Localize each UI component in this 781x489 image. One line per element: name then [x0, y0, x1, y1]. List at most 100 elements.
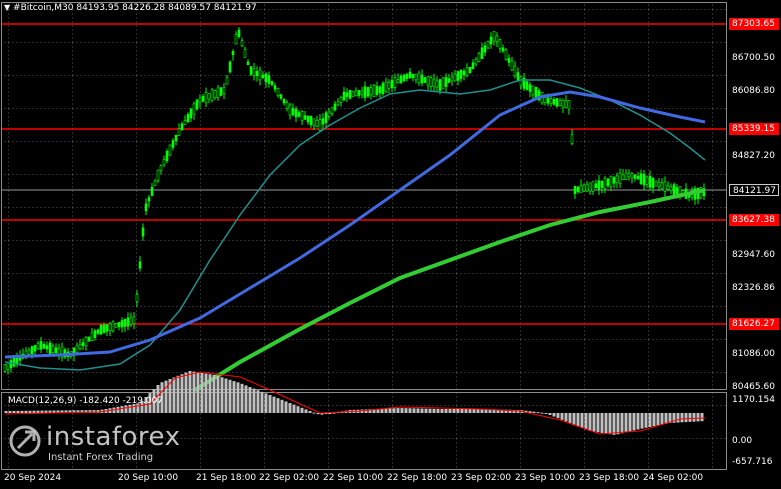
- macd-bar: [660, 413, 664, 425]
- level-tag: 83627.38: [729, 214, 779, 226]
- candle-body: [570, 134, 574, 144]
- candle-body: [318, 119, 322, 131]
- macd-bar: [280, 399, 284, 413]
- candle-body: [504, 49, 508, 61]
- macd-bar: [252, 388, 256, 413]
- candle-body: [162, 158, 166, 166]
- candle-body: [480, 47, 484, 59]
- candle-body: [597, 180, 601, 190]
- candle-body: [234, 34, 238, 45]
- macd-bar: [580, 413, 584, 428]
- candle-body: [564, 100, 568, 108]
- macd-bar: [32, 410, 36, 413]
- candle-body: [465, 67, 469, 76]
- macd-bar: [164, 380, 168, 413]
- candle-body: [153, 180, 157, 186]
- candle-body: [552, 99, 556, 105]
- price-axis-label: 82326.86: [732, 283, 775, 293]
- triangle-down-icon[interactable]: ▼: [4, 3, 10, 12]
- macd-bar: [428, 408, 432, 413]
- candle-body: [366, 87, 370, 97]
- candle-body: [231, 51, 235, 56]
- macd-bar: [556, 413, 560, 419]
- candle-body: [414, 73, 418, 81]
- price-axis-label: 81086.00: [732, 349, 775, 359]
- candle-body: [669, 186, 673, 192]
- candle-body: [12, 357, 16, 367]
- candle-body: [129, 317, 133, 325]
- candle-body: [510, 60, 514, 71]
- macd-bar: [640, 413, 644, 429]
- candle-body: [108, 323, 112, 331]
- candle-body: [213, 89, 217, 99]
- macd-bar: [636, 413, 640, 430]
- macd-bar: [656, 413, 660, 426]
- macd-bar: [700, 413, 704, 422]
- candle-body: [138, 261, 142, 269]
- macd-bar: [116, 406, 120, 413]
- candle-body: [528, 84, 532, 92]
- candle-body: [96, 329, 100, 334]
- macd-bar: [308, 411, 312, 413]
- candle-body: [561, 99, 565, 108]
- macd-bar: [460, 409, 464, 413]
- candle-body: [459, 70, 463, 79]
- candle-body: [582, 184, 586, 192]
- macd-bar: [420, 408, 424, 413]
- macd-bar: [240, 383, 244, 413]
- macd-bar: [304, 409, 308, 413]
- candle-body: [429, 77, 433, 87]
- candle-body: [390, 79, 394, 89]
- candle-body: [252, 68, 256, 76]
- macd-bar: [576, 413, 580, 427]
- candle-body: [402, 74, 406, 82]
- candle-body: [645, 176, 649, 185]
- candle-body: [381, 82, 385, 95]
- candle-body: [411, 73, 415, 79]
- candle-body: [288, 104, 292, 116]
- candle-body: [282, 98, 286, 104]
- macd-bar: [532, 411, 536, 413]
- macd-bar: [464, 409, 468, 413]
- symbol-header[interactable]: ▼ #Bitcoin,M30 84193.95 84226.28 84089.5…: [4, 3, 257, 13]
- macd-bar: [680, 413, 684, 423]
- time-axis-label: 21 Sep 18:00: [196, 473, 257, 483]
- candle-body: [468, 67, 472, 73]
- candle-body: [195, 99, 199, 110]
- candle-body: [306, 115, 310, 123]
- candle-body: [357, 90, 361, 96]
- macd-bar: [256, 390, 260, 413]
- candle-body: [609, 176, 613, 187]
- macd-bar: [476, 409, 480, 413]
- candle-body: [255, 71, 259, 76]
- macd-bar: [452, 409, 456, 413]
- candle-body: [660, 182, 664, 189]
- candle-body: [663, 181, 667, 192]
- candle-body: [657, 182, 661, 188]
- candle-body: [177, 128, 181, 136]
- macd-bar: [648, 413, 652, 427]
- candle-body: [633, 174, 637, 179]
- macd-bar: [440, 409, 444, 413]
- candle-body: [486, 41, 490, 49]
- macd-bar: [468, 409, 472, 413]
- candle-body: [636, 175, 640, 180]
- macd-bar: [8, 410, 12, 413]
- candle-body: [513, 65, 517, 77]
- candle-body: [225, 77, 229, 85]
- candle-body: [438, 79, 442, 91]
- macd-bar: [592, 413, 596, 432]
- candle-body: [567, 100, 571, 110]
- watermark-tagline: Instant Forex Trading: [48, 452, 154, 463]
- macd-label: MACD(12,26,9) -182.420 -219.007: [8, 396, 164, 406]
- candle-body: [144, 203, 148, 212]
- macd-bar: [208, 374, 212, 413]
- candle-body: [426, 76, 430, 86]
- macd-bar: [120, 406, 124, 413]
- candle-body: [210, 89, 214, 101]
- macd-bar: [284, 401, 288, 413]
- candle-body: [474, 58, 478, 65]
- time-axis-label: 23 Sep 10:00: [515, 473, 576, 483]
- price-axis-label: 80465.60: [732, 382, 775, 392]
- candle-body: [117, 322, 121, 328]
